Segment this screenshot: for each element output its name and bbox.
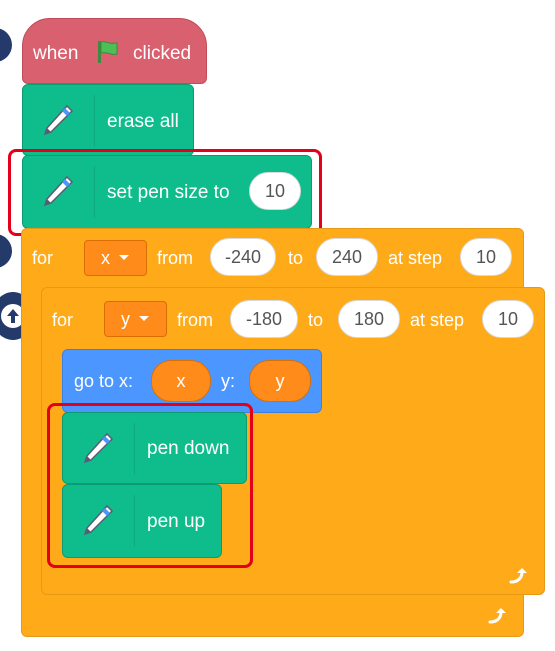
outer-variable-dropdown[interactable]: x bbox=[84, 240, 147, 276]
when-label: when bbox=[33, 43, 79, 64]
inner-variable-dropdown[interactable]: y bbox=[104, 301, 167, 337]
inner-to-label: to bbox=[308, 310, 324, 330]
outer-at-step-label: at step bbox=[388, 248, 443, 268]
outer-variable-value: x bbox=[101, 247, 110, 268]
outer-from-label: from bbox=[157, 248, 193, 268]
side-circle-top[interactable] bbox=[0, 28, 12, 62]
dropdown-arrow-icon bbox=[139, 316, 149, 321]
side-circle-middle[interactable] bbox=[0, 234, 12, 268]
pen-icon bbox=[33, 99, 81, 143]
outer-end-input[interactable]: 240 bbox=[316, 238, 378, 276]
when-flag-clicked-block[interactable]: when clicked bbox=[22, 18, 207, 84]
x-variable-reporter[interactable]: x bbox=[151, 360, 211, 402]
inner-start-input[interactable]: -180 bbox=[230, 300, 298, 338]
inner-end-input[interactable]: 180 bbox=[338, 300, 400, 338]
erase-all-block[interactable]: erase all bbox=[22, 84, 194, 156]
y-variable-reporter[interactable]: y bbox=[249, 360, 311, 402]
outer-step-input[interactable]: 10 bbox=[460, 238, 512, 276]
inner-for-label: for bbox=[52, 310, 74, 330]
inner-variable-value: y bbox=[121, 308, 130, 329]
inner-at-step-label: at step bbox=[410, 310, 465, 330]
erase-all-label: erase all bbox=[107, 111, 179, 132]
clicked-label: clicked bbox=[133, 43, 192, 64]
green-flag-icon bbox=[95, 39, 121, 70]
go-to-x-label: go to x: bbox=[74, 371, 134, 391]
dropdown-arrow-icon bbox=[119, 255, 129, 260]
outer-to-label: to bbox=[288, 248, 304, 268]
inner-from-label: from bbox=[177, 310, 213, 330]
highlight-box-pen-blocks bbox=[47, 403, 253, 568]
highlight-box-set-pen-size bbox=[8, 149, 322, 236]
y-label: y: bbox=[221, 371, 236, 391]
inner-loop-repeat-icon bbox=[508, 566, 530, 591]
outer-start-input[interactable]: -240 bbox=[210, 238, 276, 276]
inner-step-input[interactable]: 10 bbox=[482, 300, 534, 338]
outer-loop-repeat-icon bbox=[487, 606, 509, 631]
block-divider bbox=[94, 95, 95, 147]
outer-for-label: for bbox=[32, 248, 54, 268]
